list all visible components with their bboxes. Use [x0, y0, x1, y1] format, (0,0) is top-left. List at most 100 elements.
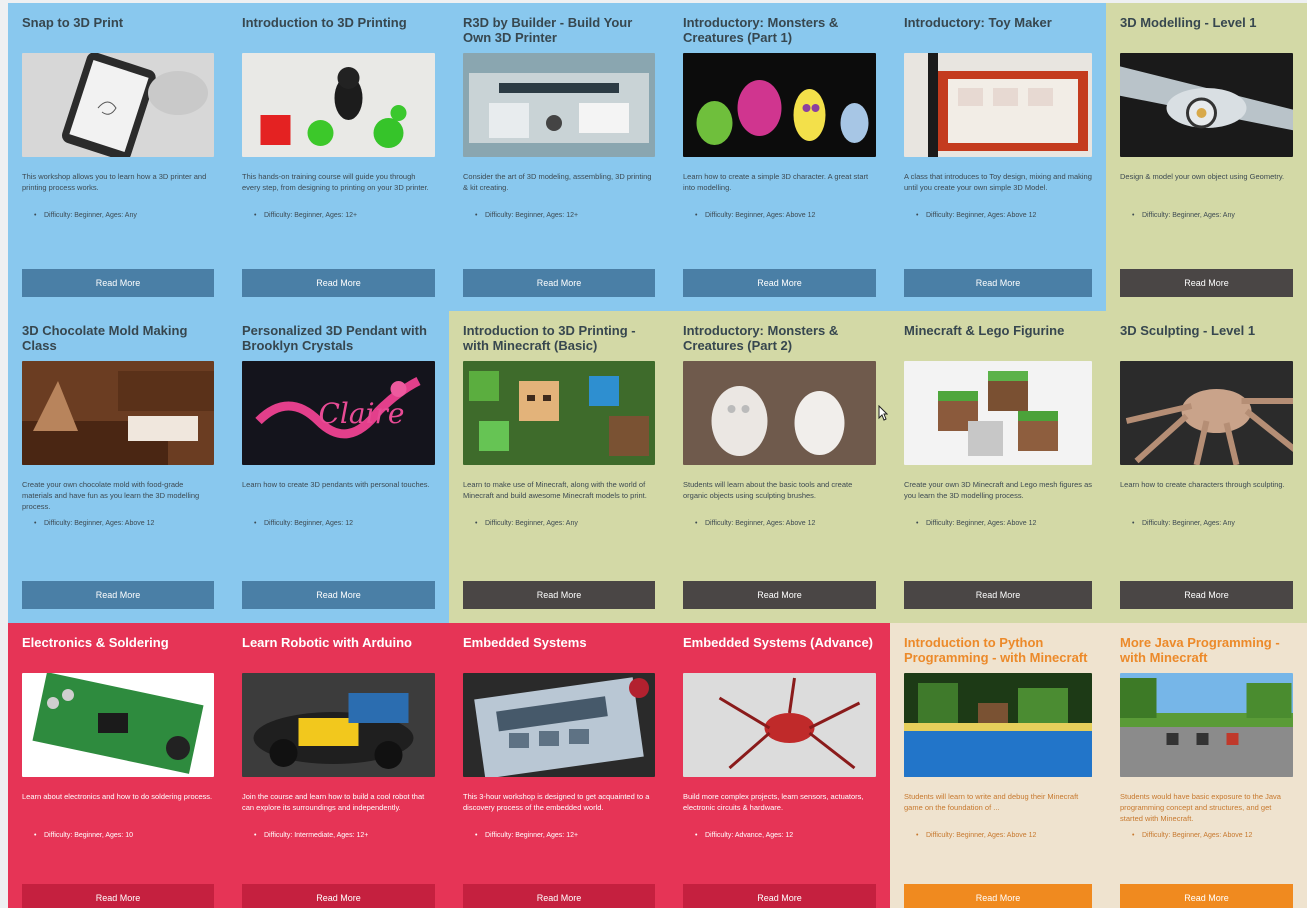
course-description: Design & model your own object using Geo…	[1120, 172, 1285, 181]
read-more-button[interactable]: Read More	[904, 269, 1092, 297]
read-more-button[interactable]: Read More	[1120, 884, 1293, 908]
course-description: Students will learn about the basic tool…	[683, 480, 853, 500]
course-meta-list: Difficulty: Beginner, Ages: 10	[22, 831, 214, 841]
course-title[interactable]: Introductory: Monsters & Creatures (Part…	[683, 15, 876, 47]
course-title[interactable]: 3D Modelling - Level 1	[1120, 15, 1293, 47]
course-meta-list: Difficulty: Beginner, Ages: Above 12	[904, 519, 1092, 529]
course-difficulty-age: Difficulty: Beginner, Ages: 12+	[264, 212, 358, 219]
course-card: Introduction to 3D Printing - with Minec…	[449, 311, 669, 623]
course-description: Create your own 3D Minecraft and Lego me…	[904, 480, 1092, 500]
course-title[interactable]: More Java Programming - with Minecraft	[1120, 635, 1293, 667]
course-meta-list: Difficulty: Beginner, Ages: Above 12	[22, 519, 214, 529]
course-description: A class that introduces to Toy design, m…	[904, 172, 1092, 192]
course-title[interactable]: Introductory: Monsters & Creatures (Part…	[683, 323, 876, 355]
read-more-button[interactable]: Read More	[904, 581, 1092, 609]
course-difficulty-age: Difficulty: Beginner, Ages: Above 12	[926, 520, 1037, 527]
read-more-button[interactable]: Read More	[242, 884, 435, 908]
course-difficulty-age: Difficulty: Beginner, Ages: Above 12	[1142, 832, 1253, 839]
read-more-button[interactable]: Read More	[463, 269, 655, 297]
read-more-button[interactable]: Read More	[463, 581, 655, 609]
course-meta-list: Difficulty: Beginner, Ages: Above 12	[904, 831, 1092, 841]
chocolate-mold-photo[interactable]	[22, 361, 214, 465]
airplane-model-photo[interactable]	[1120, 53, 1293, 157]
course-meta-list: Difficulty: Beginner, Ages: Above 12	[683, 519, 876, 529]
printer-kit-photo[interactable]	[463, 53, 655, 157]
course-difficulty-age: Difficulty: Beginner, Ages: 12+	[485, 212, 579, 219]
robot-spider-photo[interactable]	[683, 673, 876, 777]
read-more-button[interactable]: Read More	[683, 581, 876, 609]
minecraft-landscape-photo[interactable]	[1120, 673, 1293, 777]
course-meta-list: Difficulty: Beginner, Ages: 12+	[463, 211, 655, 221]
course-difficulty-age: Difficulty: Intermediate, Ages: 12+	[264, 832, 369, 839]
white-figurines-photo[interactable]	[683, 361, 876, 465]
course-difficulty-age: Difficulty: Beginner, Ages: Above 12	[44, 520, 155, 527]
toy-maker-photo[interactable]	[904, 53, 1092, 157]
course-difficulty-age: Difficulty: Beginner, Ages: Any	[44, 212, 137, 219]
course-title[interactable]: Introduction to 3D Printing - with Minec…	[463, 323, 655, 355]
minecraft-characters-photo[interactable]	[463, 361, 655, 465]
course-card: Introduction to Python Programming - wit…	[890, 623, 1106, 908]
course-difficulty-age: Difficulty: Beginner, Ages: Any	[1142, 212, 1235, 219]
course-description: Students would have basic exposure to th…	[1120, 792, 1281, 823]
course-title[interactable]: Electronics & Soldering	[22, 635, 214, 667]
course-title[interactable]: Embedded Systems	[463, 635, 655, 667]
read-more-button[interactable]: Read More	[242, 269, 435, 297]
course-card: Introductory: Monsters & Creatures (Part…	[669, 311, 890, 623]
read-more-button[interactable]: Read More	[463, 884, 655, 908]
course-title[interactable]: R3D by Builder - Build Your Own 3D Print…	[463, 15, 655, 47]
course-card: Minecraft & Lego Figurine Create your own…	[890, 311, 1106, 623]
course-title[interactable]: Personalized 3D Pendant with Brooklyn Cr…	[242, 323, 435, 355]
course-meta-list: Difficulty: Beginner, Ages: Any	[1120, 211, 1293, 221]
course-description: Create your own chocolate mold with food…	[22, 480, 200, 511]
course-title[interactable]: Learn Robotic with Arduino	[242, 635, 435, 667]
course-meta-list: Difficulty: Beginner, Ages: Any	[22, 211, 214, 221]
monster-toys-photo[interactable]	[683, 53, 876, 157]
course-title[interactable]: Introduction to 3D Printing	[242, 15, 435, 47]
arduino-robot-photo[interactable]	[242, 673, 435, 777]
course-title[interactable]: Embedded Systems (Advance)	[683, 635, 876, 667]
course-card: 3D Chocolate Mold Making Class Create you…	[8, 311, 228, 623]
course-card: Introductory: Monsters & Creatures (Part…	[669, 3, 890, 311]
course-difficulty-age: Difficulty: Beginner, Ages: Above 12	[705, 212, 816, 219]
read-more-button[interactable]: Read More	[22, 884, 214, 908]
course-title[interactable]: 3D Sculpting - Level 1	[1120, 323, 1293, 355]
course-difficulty-age: Difficulty: Beginner, Ages: Any	[1142, 520, 1235, 527]
minecraft-blocks-photo[interactable]	[904, 361, 1092, 465]
read-more-button[interactable]: Read More	[683, 884, 876, 908]
circuit-board-photo[interactable]	[22, 673, 214, 777]
sculpted-spider-photo[interactable]	[1120, 361, 1293, 465]
printed-figurines-photo[interactable]	[242, 53, 435, 157]
minecraft-pool-photo[interactable]	[904, 673, 1092, 777]
course-difficulty-age: Difficulty: Advance, Ages: 12	[705, 832, 794, 839]
course-card: Introduction to 3D Printing This hands-on…	[228, 3, 449, 311]
course-title[interactable]: Snap to 3D Print	[22, 15, 214, 47]
course-title[interactable]: Introductory: Toy Maker	[904, 15, 1092, 47]
pendant-photo[interactable]: Claire	[242, 361, 435, 465]
course-description: Learn about electronics and how to do so…	[22, 792, 213, 801]
read-more-button[interactable]: Read More	[904, 884, 1092, 908]
course-meta-list: Difficulty: Beginner, Ages: Above 12	[904, 211, 1092, 221]
course-title[interactable]: Minecraft & Lego Figurine	[904, 323, 1092, 355]
course-card: 3D Sculpting - Level 1 Learn how to creat…	[1106, 311, 1307, 623]
course-meta-list: Difficulty: Beginner, Ages: 12+	[242, 211, 435, 221]
read-more-button[interactable]: Read More	[242, 581, 435, 609]
embedded-kit-photo[interactable]	[463, 673, 655, 777]
course-description: Join the course and learn how to build a…	[242, 792, 425, 812]
svg-text:Claire: Claire	[319, 397, 405, 430]
course-description: This 3-hour workshop is designed to get …	[463, 792, 650, 812]
read-more-button[interactable]: Read More	[22, 581, 214, 609]
read-more-button[interactable]: Read More	[1120, 269, 1293, 297]
course-description: Learn how to create characters through s…	[1120, 480, 1285, 489]
course-card: Electronics & Soldering Learn about elect…	[8, 623, 228, 908]
course-title[interactable]: Introduction to Python Programming - wit…	[904, 635, 1092, 667]
read-more-button[interactable]: Read More	[1120, 581, 1293, 609]
course-title[interactable]: 3D Chocolate Mold Making Class	[22, 323, 214, 355]
course-card: R3D by Builder - Build Your Own 3D Print…	[449, 3, 669, 311]
course-meta-list: Difficulty: Advance, Ages: 12	[683, 831, 876, 841]
course-description: Learn how to create 3D pendants with per…	[242, 480, 430, 489]
read-more-button[interactable]: Read More	[22, 269, 214, 297]
read-more-button[interactable]: Read More	[683, 269, 876, 297]
course-difficulty-age: Difficulty: Beginner, Ages: 12+	[485, 832, 579, 839]
course-card: Personalized 3D Pendant with Brooklyn Cr…	[228, 311, 449, 623]
sketching-tablet-photo[interactable]	[22, 53, 214, 157]
